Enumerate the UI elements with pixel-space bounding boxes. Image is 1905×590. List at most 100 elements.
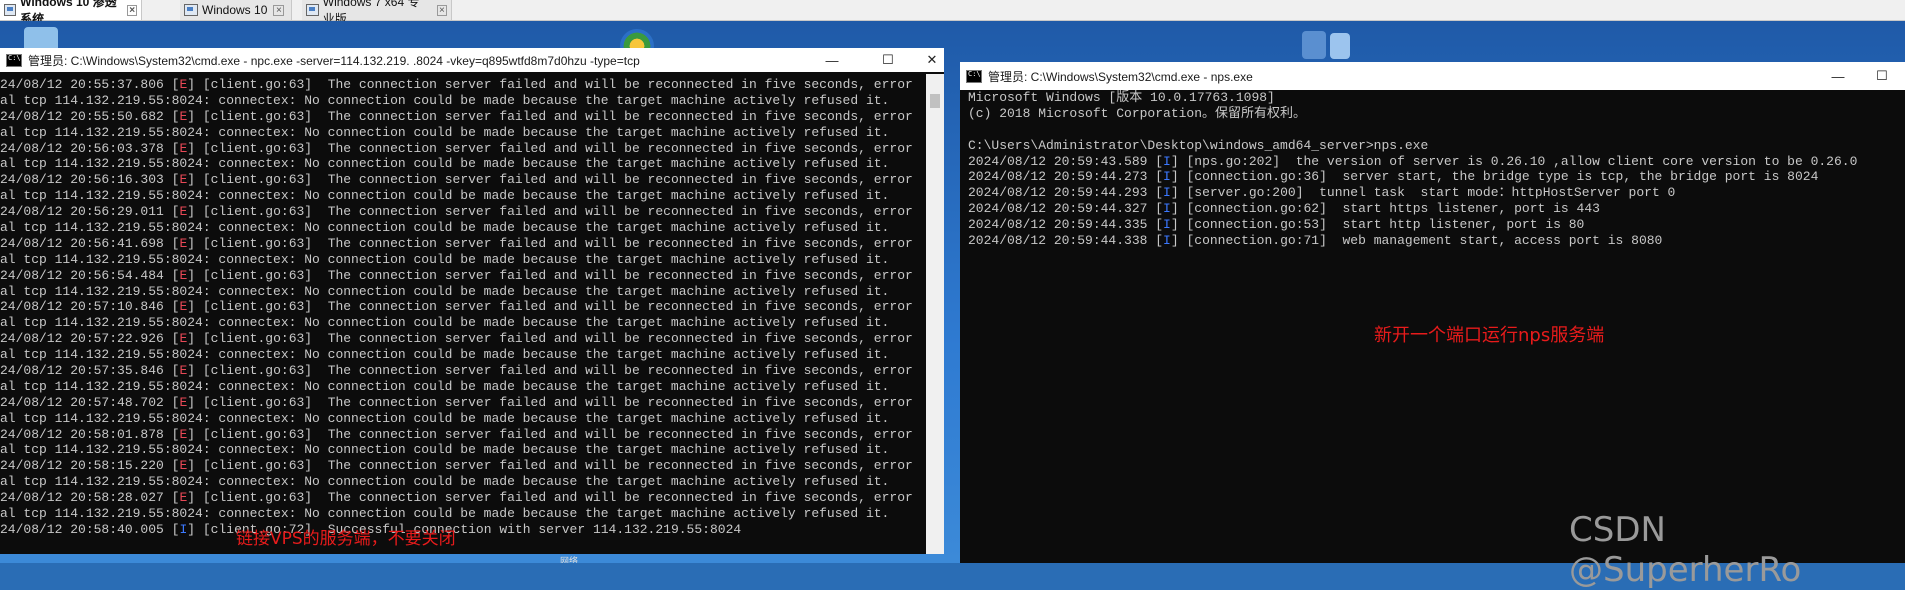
console-line-text: C:\Users\Administrator\Desktop\windows_a… bbox=[968, 137, 1429, 153]
console-line-text: 24/08/12 20:56:29.011 bbox=[0, 204, 172, 220]
console-line-text: [client.go:63] The connection server fai… bbox=[195, 426, 913, 442]
console-line-text: 2024/08/12 20:59:44.335 bbox=[968, 217, 1156, 233]
log-level-tag: [I] bbox=[1155, 233, 1179, 249]
log-level: I bbox=[1163, 153, 1171, 169]
log-level-tag: [I] bbox=[1155, 153, 1179, 169]
tab-close-icon[interactable]: × bbox=[436, 4, 447, 16]
nps-cmd-window[interactable]: 管理员: C:\Windows\System32\cmd.exe - nps.e… bbox=[960, 62, 1905, 563]
log-level-tag: [I] bbox=[1155, 217, 1179, 233]
maximize-button[interactable]: ☐ bbox=[868, 48, 908, 72]
console-line-text: [client.go:63] The connection server fai… bbox=[195, 331, 913, 347]
console-line-text: al tcp 114.132.219.55:8024: connectex: N… bbox=[0, 315, 890, 331]
log-level: E bbox=[179, 299, 188, 315]
console-line-text: 24/08/12 20:57:35.846 bbox=[0, 363, 172, 379]
console-line: 24/08/12 20:55:50.682 [E] [client.go:63]… bbox=[0, 109, 926, 125]
console-line: 24/08/12 20:57:48.702 [E] [client.go:63]… bbox=[0, 395, 926, 411]
tab-close-icon[interactable]: × bbox=[127, 4, 137, 16]
taskbar-fragment: 网络 bbox=[560, 556, 579, 563]
console-line-text: 2024/08/12 20:59:43.589 bbox=[968, 153, 1156, 169]
vm-tab-win7[interactable]: Windows 7 x64 专业版 × bbox=[302, 0, 452, 26]
console-line: al tcp 114.132.219.55:8024: connectex: N… bbox=[0, 125, 926, 141]
log-level-tag: [E] bbox=[171, 108, 196, 124]
log-level-tag: [I] bbox=[171, 521, 196, 537]
console-line: 24/08/12 20:58:15.220 [E] [client.go:63]… bbox=[0, 458, 926, 474]
console-line-text: 24/08/12 20:55:37.806 bbox=[0, 77, 172, 92]
minimize-button[interactable]: — bbox=[1818, 62, 1858, 90]
console-line: 2024/08/12 20:59:44.273 [I] [connection.… bbox=[968, 169, 1898, 185]
log-level: E bbox=[179, 458, 188, 474]
console-line-text: al tcp 114.132.219.55:8024: connectex: N… bbox=[0, 442, 890, 458]
console-line: 2024/08/12 20:59:44.327 [I] [connection.… bbox=[968, 201, 1898, 217]
console-line-text: al tcp 114.132.219.55:8024: connectex: N… bbox=[0, 378, 890, 394]
console-line-text: al tcp 114.132.219.55:8024: connectex: N… bbox=[0, 251, 890, 267]
log-level-tag: [E] bbox=[171, 363, 196, 379]
console-line: al tcp 114.132.219.55:8024: connectex: N… bbox=[0, 188, 926, 204]
console-output[interactable]: 24/08/12 20:55:37.806 [E] [client.go:63]… bbox=[0, 77, 926, 549]
vm-icon bbox=[184, 4, 198, 16]
console-line: 24/08/12 20:57:35.846 [E] [client.go:63]… bbox=[0, 363, 926, 379]
log-level-tag: [E] bbox=[171, 77, 196, 92]
console-line-text: al tcp 114.132.219.55:8024: connectex: N… bbox=[0, 92, 890, 108]
console-line-text: 24/08/12 20:58:40.005 bbox=[0, 521, 172, 537]
console-line-text: 24/08/12 20:56:41.698 bbox=[0, 235, 172, 251]
console-line-text: [client.go:63] The connection server fai… bbox=[195, 458, 913, 474]
console-line: 24/08/12 20:57:10.846 [E] [client.go:63]… bbox=[0, 299, 926, 315]
log-level-tag: [E] bbox=[171, 267, 196, 283]
console-line: 24/08/12 20:56:41.698 [E] [client.go:63]… bbox=[0, 236, 926, 252]
console-line-text: 2024/08/12 20:59:44.273 bbox=[968, 169, 1156, 185]
desktop-shortcut-icon[interactable] bbox=[1302, 31, 1326, 59]
console-line-text: Microsoft Windows [版本 10.0.17763.1098] bbox=[968, 90, 1275, 105]
console-output[interactable]: Microsoft Windows [版本 10.0.17763.1098] (c… bbox=[968, 90, 1898, 270]
log-level: E bbox=[179, 140, 188, 156]
console-line-text: al tcp 114.132.219.55:8024: connectex: N… bbox=[0, 410, 890, 426]
console-line-text: [client.go:63] The connection server fai… bbox=[195, 108, 913, 124]
console-line-text: (c) 2018 Microsoft Corporation。保留所有权利。 bbox=[968, 105, 1307, 121]
maximize-button[interactable]: ☐ bbox=[1862, 62, 1902, 90]
console-line-text: 24/08/12 20:58:28.027 bbox=[0, 490, 172, 506]
log-level: I bbox=[1163, 185, 1171, 201]
console-line-text: [client.go:63] The connection server fai… bbox=[195, 77, 913, 92]
tab-close-icon[interactable]: × bbox=[273, 4, 285, 16]
desktop-shortcut-icon[interactable] bbox=[1330, 33, 1350, 59]
log-level: E bbox=[179, 331, 188, 347]
console-line-text: [client.go:63] The connection server fai… bbox=[195, 490, 913, 506]
annotation-npc: 链接VPS的服务端，不要关闭 bbox=[236, 529, 456, 549]
console-line: al tcp 114.132.219.55:8024: connectex: N… bbox=[0, 474, 926, 490]
console-line: al tcp 114.132.219.55:8024: connectex: N… bbox=[0, 284, 926, 300]
minimize-button[interactable]: — bbox=[812, 48, 852, 72]
cmd-icon bbox=[966, 69, 982, 83]
console-line: 24/08/12 20:56:03.378 [E] [client.go:63]… bbox=[0, 141, 926, 157]
console-line-text: al tcp 114.132.219.55:8024: connectex: N… bbox=[0, 124, 890, 140]
console-line-text: al tcp 114.132.219.55:8024: connectex: N… bbox=[0, 347, 890, 363]
log-level: E bbox=[179, 77, 188, 92]
log-level-tag: [E] bbox=[171, 235, 196, 251]
scrollbar-thumb[interactable] bbox=[930, 94, 940, 108]
console-line: al tcp 114.132.219.55:8024: connectex: N… bbox=[0, 347, 926, 363]
console-line-text: [client.go:63] The connection server fai… bbox=[195, 204, 913, 220]
vm-tab-win10-pentest[interactable]: Windows 10 渗透系统 × bbox=[0, 0, 142, 26]
console-line: al tcp 114.132.219.55:8024: connectex: N… bbox=[0, 252, 926, 268]
log-level: E bbox=[179, 108, 188, 124]
window-title-bar[interactable]: 管理员: C:\Windows\System32\cmd.exe - nps.e… bbox=[960, 62, 1905, 90]
log-level: E bbox=[179, 267, 188, 283]
console-line: al tcp 114.132.219.55:8024: connectex: N… bbox=[0, 442, 926, 458]
log-level: E bbox=[179, 172, 188, 188]
console-line: 24/08/12 20:56:16.303 [E] [client.go:63]… bbox=[0, 172, 926, 188]
npc-cmd-window[interactable]: 管理员: C:\Windows\System32\cmd.exe - npc.e… bbox=[0, 48, 944, 554]
log-level-tag: [E] bbox=[171, 490, 196, 506]
console-line: al tcp 114.132.219.55:8024: connectex: N… bbox=[0, 379, 926, 395]
log-level: I bbox=[1163, 201, 1171, 217]
vertical-scrollbar[interactable] bbox=[926, 74, 944, 554]
log-level-tag: [E] bbox=[171, 204, 196, 220]
console-line: (c) 2018 Microsoft Corporation。保留所有权利。 bbox=[968, 106, 1898, 122]
console-line-text: al tcp 114.132.219.55:8024: connectex: N… bbox=[0, 220, 890, 236]
vm-tab-win10[interactable]: Windows 10 × bbox=[180, 0, 292, 20]
console-line-text: 2024/08/12 20:59:44.327 bbox=[968, 201, 1156, 217]
log-level: E bbox=[179, 204, 188, 220]
close-button[interactable]: ✕ bbox=[912, 48, 952, 72]
console-line: al tcp 114.132.219.55:8024: connectex: N… bbox=[0, 315, 926, 331]
console-line: 24/08/12 20:58:40.005 [I] [client.go:72]… bbox=[0, 522, 926, 538]
window-title-bar[interactable]: 管理员: C:\Windows\System32\cmd.exe - npc.e… bbox=[0, 48, 944, 72]
console-line-text: al tcp 114.132.219.55:8024: connectex: N… bbox=[0, 474, 890, 490]
window-title: 管理员: C:\Windows\System32\cmd.exe - npc.e… bbox=[28, 53, 640, 68]
